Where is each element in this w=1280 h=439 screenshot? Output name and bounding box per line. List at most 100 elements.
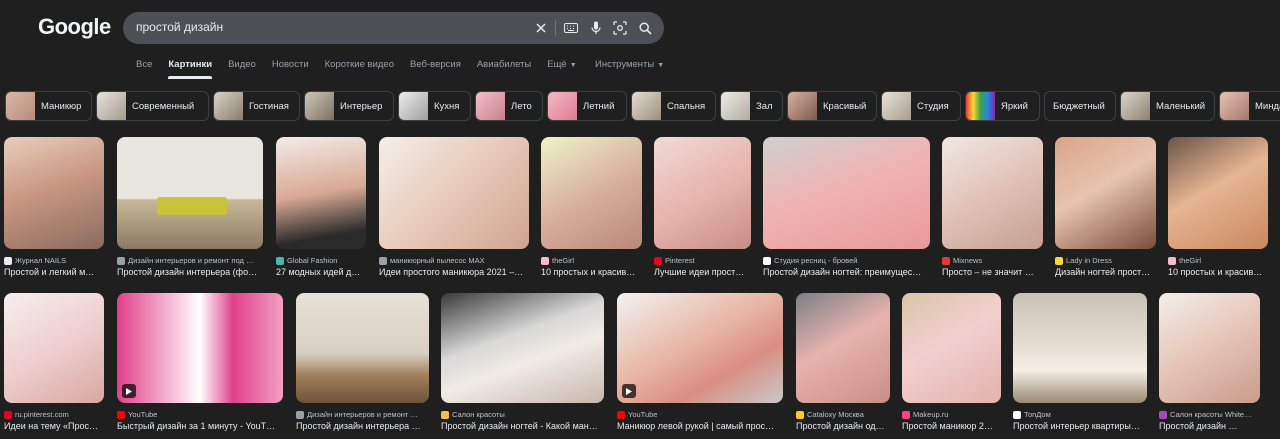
result-title[interactable]: 27 модных идей д…: [276, 267, 366, 277]
result-image[interactable]: [796, 293, 890, 403]
pinterest-icon: [654, 256, 662, 265]
tab-web[interactable]: Веб-версия: [410, 59, 461, 79]
source-favicon: [1168, 256, 1176, 265]
result-title[interactable]: Идеи на тему «Прос…: [4, 421, 104, 431]
result-image[interactable]: [441, 293, 604, 403]
chip-interior[interactable]: Интерьер: [304, 91, 394, 121]
source-name: YouTube: [628, 410, 658, 419]
result-title[interactable]: Простой дизайн интерьера …: [296, 421, 429, 431]
source-favicon: [4, 256, 12, 265]
result-image[interactable]: [4, 137, 104, 249]
result-source[interactable]: Cataloxy Москва: [796, 410, 890, 419]
chip-living-room[interactable]: Гостиная: [213, 91, 300, 121]
result-title[interactable]: Простой маникюр 2…: [902, 421, 1001, 431]
chip-hall[interactable]: Зал: [720, 91, 783, 121]
result-image[interactable]: [1168, 137, 1268, 249]
chip-beautiful[interactable]: Красивый: [787, 91, 877, 121]
result-image[interactable]: [276, 137, 366, 249]
chip-bright[interactable]: Яркий: [965, 91, 1040, 121]
result-source[interactable]: маникюрный пылесос MAX: [379, 256, 529, 265]
chip-label: Маленький: [1156, 100, 1206, 112]
result-source[interactable]: Global Fashion: [276, 256, 366, 265]
result-image[interactable]: [541, 137, 642, 249]
search-input[interactable]: простой дизайн: [136, 20, 223, 34]
chip-label: Современный: [132, 100, 195, 112]
result-title[interactable]: Простой интерьер квартиры…: [1013, 421, 1147, 431]
result-source[interactable]: ТопДом: [1013, 410, 1147, 419]
tools-button[interactable]: Инструменты ▼: [595, 59, 664, 70]
result-image[interactable]: [1055, 137, 1156, 249]
search-icon[interactable]: [635, 18, 655, 38]
result-image[interactable]: [4, 293, 104, 403]
chip-small[interactable]: Маленький: [1120, 91, 1215, 121]
result-title[interactable]: Просто – не значит …: [942, 267, 1043, 277]
result-image[interactable]: [902, 293, 1001, 403]
result-source[interactable]: YouTube: [617, 410, 783, 419]
tab-all[interactable]: Все: [136, 59, 152, 79]
result-source[interactable]: Lady in Dress: [1055, 256, 1156, 265]
result-image[interactable]: [763, 137, 930, 249]
tab-video[interactable]: Видео: [228, 59, 256, 79]
result-title[interactable]: Лучшие идеи прост…: [654, 267, 751, 277]
result-title[interactable]: 10 простых и красив…: [1168, 267, 1268, 277]
result-source[interactable]: YouTube: [117, 410, 283, 419]
tab-images[interactable]: Картинки: [168, 59, 212, 79]
tab-short-videos[interactable]: Короткие видео: [325, 59, 394, 79]
result-image[interactable]: [942, 137, 1043, 249]
source-name: Салон красоты: [452, 410, 505, 419]
chip-modern[interactable]: Современный: [96, 91, 209, 121]
result-source[interactable]: Pinterest: [654, 256, 751, 265]
result-title[interactable]: Идеи простого маникюра 2021 –…: [379, 267, 529, 277]
result-source[interactable]: Makeup.ru: [902, 410, 1001, 419]
chip-thumbnail: [632, 92, 661, 120]
result-source[interactable]: Салон красоты White…: [1159, 410, 1260, 419]
result-title[interactable]: Простой дизайн интерьера (фо…: [117, 267, 263, 277]
chip-summery[interactable]: Летний: [547, 91, 627, 121]
tab-news[interactable]: Новости: [272, 59, 309, 79]
lens-icon[interactable]: [610, 18, 630, 38]
search-box[interactable]: простой дизайн: [123, 12, 664, 44]
chip-almond[interactable]: Минда: [1219, 91, 1280, 121]
chip-budget[interactable]: Бюджетный: [1044, 91, 1116, 121]
result-image[interactable]: [296, 293, 429, 403]
chip-studio[interactable]: Студия: [881, 91, 961, 121]
chip-manicure[interactable]: Маникюр: [5, 91, 92, 121]
close-icon[interactable]: [531, 18, 551, 38]
result-source[interactable]: Дизайн интерьеров и ремонт …: [296, 410, 429, 419]
keyboard-icon[interactable]: [561, 18, 581, 38]
google-logo[interactable]: Google: [38, 14, 111, 40]
result-title[interactable]: Дизайн ногтей прост…: [1055, 267, 1156, 277]
source-name: Журнал NAILS: [15, 256, 67, 265]
tab-more-label: Ещё: [547, 59, 567, 70]
tab-flights[interactable]: Авиабилеты: [477, 59, 531, 79]
result-title[interactable]: Быстрый дизайн за 1 минуту - YouT…: [117, 421, 283, 431]
chip-summer[interactable]: Лето: [475, 91, 543, 121]
result-title[interactable]: Маникюр левой рукой | самый прос…: [617, 421, 783, 431]
result-image[interactable]: [117, 293, 283, 403]
result-title[interactable]: 10 простых и красив…: [541, 267, 642, 277]
result-image[interactable]: [1159, 293, 1260, 403]
result-image[interactable]: [1013, 293, 1147, 403]
result-source[interactable]: Журнал NAILS: [4, 256, 104, 265]
result-title[interactable]: Простой и легкий м…: [4, 267, 104, 277]
result-source[interactable]: Студия ресниц - бровей: [763, 256, 930, 265]
result-source[interactable]: Дизайн интерьеров и ремонт под …: [117, 256, 263, 265]
result-image[interactable]: [117, 137, 263, 249]
source-name: theGirl: [552, 256, 575, 265]
result-image[interactable]: [654, 137, 751, 249]
result-source[interactable]: theGirl: [1168, 256, 1268, 265]
tab-more[interactable]: Ещё ▼: [547, 59, 576, 79]
result-title[interactable]: Простой дизайн ногтей - Какой ман…: [441, 421, 604, 431]
result-image[interactable]: [617, 293, 783, 403]
chip-bedroom[interactable]: Спальня: [631, 91, 716, 121]
microphone-icon[interactable]: [586, 18, 606, 38]
result-title[interactable]: Простой дизайн ногтей: преимущес…: [763, 267, 930, 277]
result-source[interactable]: ru.pinterest.com: [4, 410, 104, 419]
chip-kitchen[interactable]: Кухня: [398, 91, 471, 121]
result-title[interactable]: Простой дизайн од…: [796, 421, 890, 431]
result-image[interactable]: [379, 137, 529, 249]
result-title[interactable]: Простой дизайн …: [1159, 421, 1260, 431]
result-source[interactable]: theGirl: [541, 256, 642, 265]
result-source[interactable]: Салон красоты: [441, 410, 604, 419]
result-source[interactable]: Mixnews: [942, 256, 1043, 265]
